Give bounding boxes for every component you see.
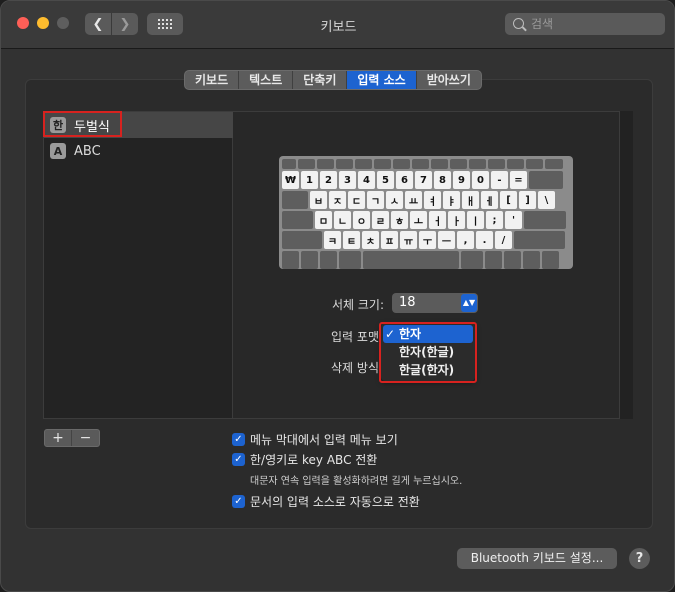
space-key-row — [282, 251, 570, 269]
search-input[interactable]: 검색 — [505, 13, 665, 35]
keyboard-key: ㅣ — [467, 211, 484, 229]
remove-source-button[interactable]: − — [72, 430, 99, 446]
keyboard-key: / — [495, 231, 512, 249]
keyboard-key: ㅜ — [419, 231, 436, 249]
checkbox-label: 한/영키로 key ABC 전환 — [250, 453, 378, 467]
up-down-arrows-icon: ▲▼ — [461, 294, 477, 312]
keyboard-key: ㅊ — [362, 231, 379, 249]
keyboard-key: ㅎ — [391, 211, 408, 229]
add-source-button[interactable]: + — [45, 430, 72, 446]
add-remove-buttons: + − — [44, 429, 100, 447]
keyboard-key: - — [491, 171, 508, 189]
keyboard-key: . — [476, 231, 493, 249]
keyboard-key: 9 — [453, 171, 470, 189]
keyboard-key: 5 — [377, 171, 394, 189]
tab-dictation[interactable]: 받아쓰기 — [417, 71, 481, 89]
input-format-label: 입력 포맷 — [331, 330, 379, 344]
font-size-value: 18 — [399, 295, 416, 310]
tab-shortcuts[interactable]: 단축키 — [293, 71, 348, 89]
title-bar: ❮ ❯ 키보드 검색 — [1, 1, 674, 49]
bluetooth-keyboard-setup-button[interactable]: Bluetooth 키보드 설정... — [457, 548, 617, 569]
keyboard-key: ; — [486, 211, 503, 229]
function-key-row — [282, 159, 570, 169]
keyboard-key: ㅡ — [438, 231, 455, 249]
keyboard-key: ㅏ — [448, 211, 465, 229]
keyboard-key: ] — [519, 191, 536, 209]
keyboard-key: 3 — [339, 171, 356, 189]
show-input-menu-checkbox[interactable]: ✓ 메뉴 막대에서 입력 메뉴 보기 — [232, 431, 398, 448]
keyboard-key: 0 — [472, 171, 489, 189]
font-size-label: 서체 크기: — [331, 298, 384, 312]
keyboard-layout-preview: ₩ 1 2 3 4 5 6 7 8 9 0 - = ㅂ ㅈ ㄷ ㄱ ㅅ ㅛ ㅕ … — [279, 156, 573, 269]
keyboard-key: ㅗ — [410, 211, 427, 229]
keyboard-key: ₩ — [282, 171, 299, 189]
keyboard-key: ㅅ — [386, 191, 403, 209]
keyboard-key: 1 — [301, 171, 318, 189]
auto-switch-checkbox[interactable]: ✓ 문서의 입력 소스로 자동으로 전환 — [232, 493, 420, 510]
checkmark-icon: ✓ — [232, 433, 245, 446]
keyboard-key: ㅕ — [424, 191, 441, 209]
font-size-select[interactable]: 18 ▲▼ — [392, 293, 478, 313]
list-item-abc[interactable]: A ABC — [44, 138, 233, 164]
keyboard-key: ㅐ — [462, 191, 479, 209]
help-button[interactable]: ? — [629, 548, 650, 569]
keyboard-key: 8 — [434, 171, 451, 189]
han-eng-key-checkbox[interactable]: ✓ 한/영키로 key ABC 전환 — [232, 451, 377, 468]
keyboard-key: [ — [500, 191, 517, 209]
keyboard-preferences-window: ❮ ❯ 키보드 검색 키보드 텍스트 단축키 입력 소스 받아쓰기 한 두벌식 — [0, 0, 675, 592]
abc-input-icon: A — [50, 143, 66, 159]
keyboard-key: ㅠ — [400, 231, 417, 249]
keyboard-key: ㅈ — [329, 191, 346, 209]
keyboard-key: \ — [538, 191, 555, 209]
keyboard-key: ㄴ — [334, 211, 351, 229]
search-icon — [513, 18, 524, 29]
keyboard-key: ㅓ — [429, 211, 446, 229]
keyboard-key: ㅂ — [310, 191, 327, 209]
tab-input-sources[interactable]: 입력 소스 — [347, 71, 417, 89]
keyboard-key: ㅑ — [443, 191, 460, 209]
scrollbar[interactable] — [619, 111, 633, 419]
keyboard-key: ㄹ — [372, 211, 389, 229]
keyboard-key: ㄷ — [348, 191, 365, 209]
bottom-letter-key-row: ㅋ ㅌ ㅊ ㅍ ㅠ ㅜ ㅡ , . / — [282, 231, 570, 249]
keyboard-key: = — [510, 171, 527, 189]
highlight-box — [43, 111, 122, 137]
list-item-label: ABC — [74, 143, 101, 159]
tab-text[interactable]: 텍스트 — [239, 71, 294, 89]
keyboard-key: 4 — [358, 171, 375, 189]
tab-bar: 키보드 텍스트 단축키 입력 소스 받아쓰기 — [184, 70, 482, 90]
checkbox-label: 메뉴 막대에서 입력 메뉴 보기 — [250, 433, 398, 447]
keyboard-key: 7 — [415, 171, 432, 189]
keyboard-key: , — [457, 231, 474, 249]
checkmark-icon: ✓ — [232, 453, 245, 466]
keyboard-key: ㅔ — [481, 191, 498, 209]
checkbox-label: 문서의 입력 소스로 자동으로 전환 — [250, 495, 420, 509]
keyboard-key: ㅌ — [343, 231, 360, 249]
keyboard-key: ㅋ — [324, 231, 341, 249]
number-key-row: ₩ 1 2 3 4 5 6 7 8 9 0 - = — [282, 171, 570, 189]
keyboard-key: 6 — [396, 171, 413, 189]
keyboard-key: 2 — [320, 171, 337, 189]
input-source-list: 한 두벌식 A ABC — [43, 111, 233, 419]
delete-mode-label: 삭제 방식 — [331, 361, 379, 375]
top-letter-key-row: ㅂ ㅈ ㄷ ㄱ ㅅ ㅛ ㅕ ㅑ ㅐ ㅔ [ ] \ — [282, 191, 570, 209]
highlight-box — [379, 322, 477, 383]
keyboard-key: ㄱ — [367, 191, 384, 209]
keyboard-key: ㅁ — [315, 211, 332, 229]
checkmark-icon: ✓ — [232, 495, 245, 508]
keyboard-key: ㅍ — [381, 231, 398, 249]
home-key-row: ㅁ ㄴ ㅇ ㄹ ㅎ ㅗ ㅓ ㅏ ㅣ ; ' — [282, 211, 570, 229]
tab-keyboard[interactable]: 키보드 — [185, 71, 240, 89]
keyboard-key: ㅛ — [405, 191, 422, 209]
keyboard-key: ㅇ — [353, 211, 370, 229]
keyboard-key: ' — [505, 211, 522, 229]
han-eng-hint-text: 대문자 연속 입력을 활성화하려면 길게 누르십시오. — [250, 476, 463, 487]
